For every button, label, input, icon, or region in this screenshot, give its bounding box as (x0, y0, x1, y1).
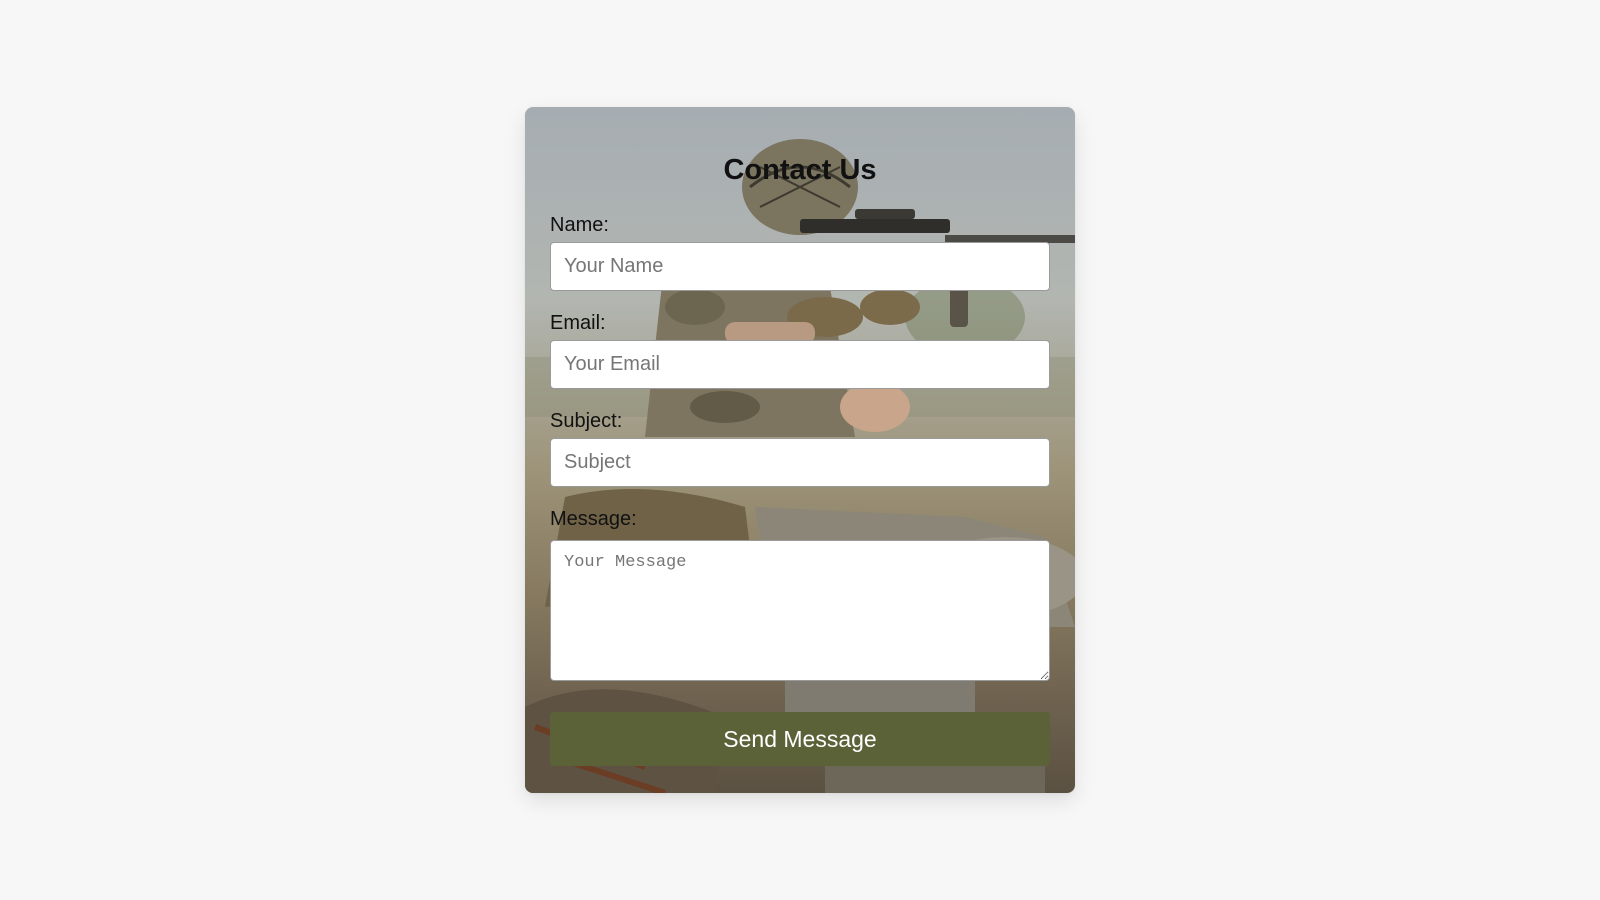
form-title: Contact Us (723, 154, 877, 186)
subject-input[interactable] (550, 438, 1050, 487)
contact-form: Contact Us Name: Email: Subject: Message… (525, 107, 1075, 793)
email-input[interactable] (550, 340, 1050, 389)
message-label: Message: (550, 508, 637, 530)
name-label: Name: (550, 214, 609, 236)
message-textarea[interactable] (550, 540, 1050, 681)
email-label: Email: (550, 312, 606, 334)
name-input[interactable] (550, 242, 1050, 291)
subject-label: Subject: (550, 410, 623, 432)
contact-form-card: Contact Us Name: Email: Subject: Message… (525, 107, 1075, 793)
send-message-button[interactable]: Send Message (550, 712, 1050, 766)
